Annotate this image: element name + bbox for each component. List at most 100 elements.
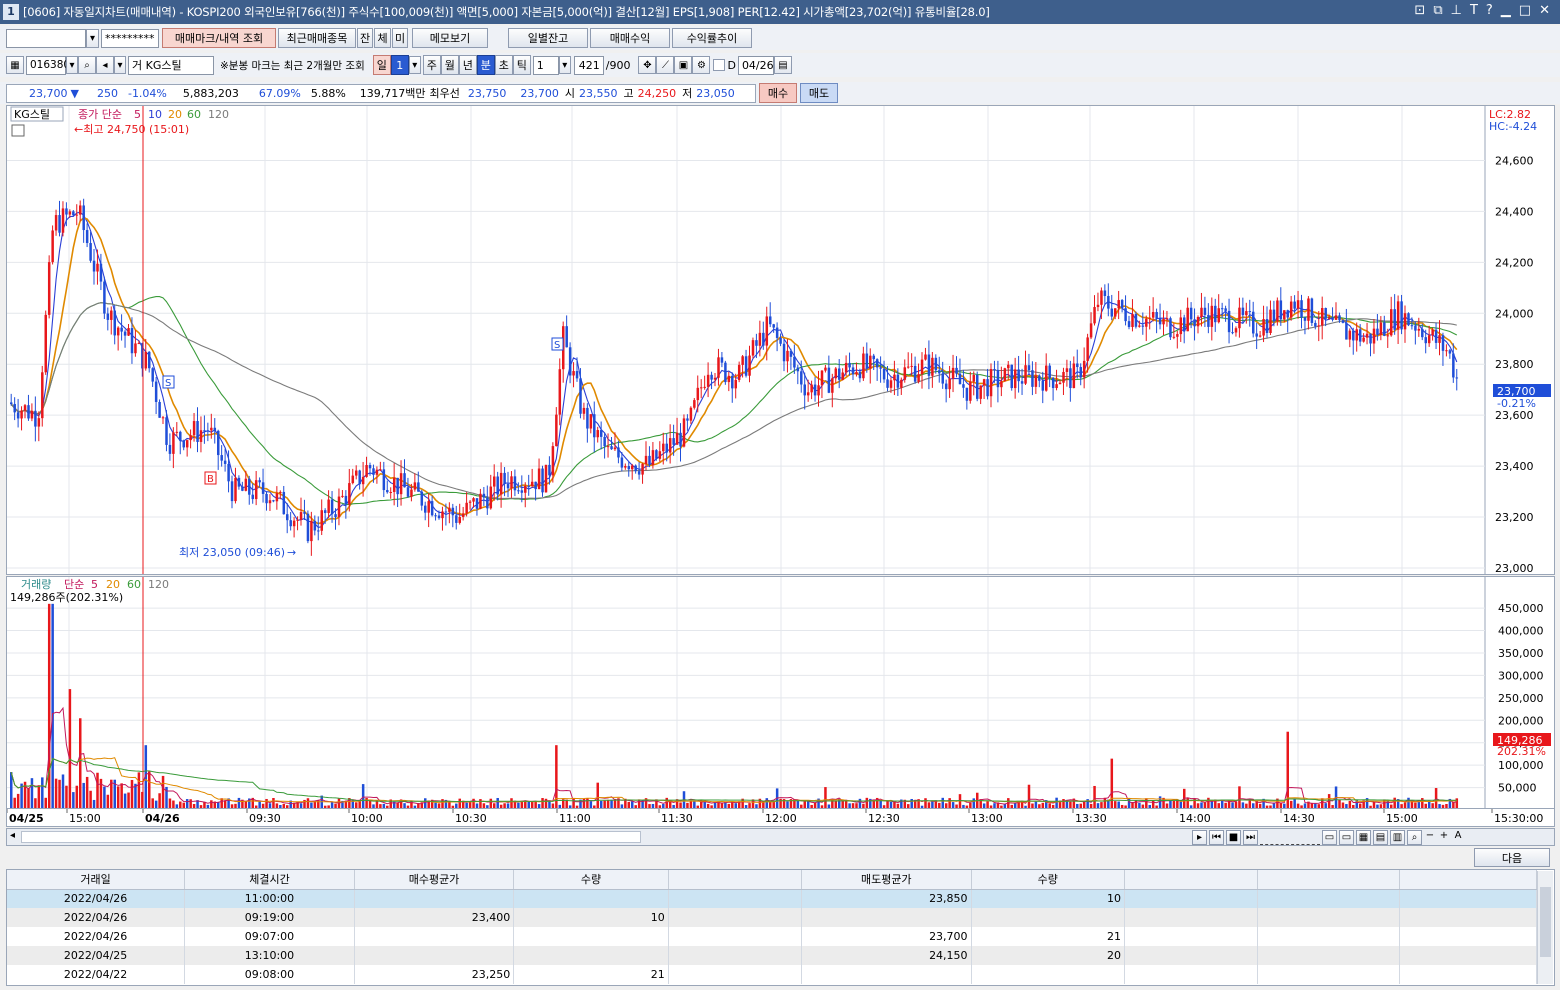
bar-count-field[interactable]: 421: [573, 55, 604, 75]
table-row[interactable]: 2022/04/25 13:10:00 24,150 20: [7, 946, 1538, 965]
layout3-icon[interactable]: ▦: [1356, 830, 1371, 845]
volume-chart[interactable]: 450,000 400,000 350,000 300,000 250,000 200,0…: [7, 577, 1554, 808]
period-minute-button[interactable]: 분: [476, 55, 495, 75]
price-chart-pane[interactable]: 24,600 24,400 24,200 24,000 23,800 23,600 23,4…: [6, 105, 1555, 575]
volume-bar: [1169, 800, 1172, 808]
layout4-icon[interactable]: ▤: [1373, 830, 1388, 845]
layout5-icon[interactable]: ▥: [1390, 830, 1405, 845]
calendar-icon[interactable]: ▤: [773, 56, 792, 74]
layout1-icon[interactable]: ▭: [1322, 830, 1337, 845]
link-icon[interactable]: ⧉: [1433, 3, 1442, 18]
volume-chart-pane[interactable]: 450,000 400,000 350,000 300,000 250,000 200,0…: [6, 576, 1555, 809]
buy-mark[interactable]: B: [204, 471, 217, 485]
auto-scale-icon[interactable]: A: [1452, 830, 1464, 845]
price-chart[interactable]: 24,600 24,400 24,200 24,000 23,800 23,600 23,4…: [7, 106, 1554, 575]
close-icon[interactable]: ✕: [1539, 3, 1550, 18]
table-row[interactable]: 2022/04/22 09:08:00 23,250 21: [7, 965, 1538, 984]
trade-profit-button[interactable]: 매매수익: [590, 28, 670, 48]
candle-body: [286, 514, 289, 521]
account-dropdown-icon[interactable]: ▾: [86, 28, 99, 48]
ma5-label: 5: [134, 108, 141, 121]
period-day-button[interactable]: 일: [372, 55, 391, 75]
zoom-out-icon[interactable]: −: [1424, 830, 1436, 845]
column-header[interactable]: 매도평균가: [801, 870, 972, 890]
column-header[interactable]: [1257, 870, 1400, 890]
stock-code-field[interactable]: 016380: [26, 55, 70, 75]
candle-body: [1365, 333, 1369, 338]
horizontal-scrollbar-thumb[interactable]: [21, 831, 641, 843]
trendline-icon[interactable]: ⟋: [656, 56, 675, 74]
zoom-icon[interactable]: ⌕: [1407, 830, 1422, 845]
stock-name-field[interactable]: 거 KG스틸: [128, 55, 214, 75]
column-header[interactable]: 체결시간: [184, 870, 355, 890]
stop-icon[interactable]: ■: [1226, 830, 1241, 845]
maximize-icon[interactable]: □: [1519, 3, 1531, 18]
column-header[interactable]: 수량: [971, 870, 1126, 890]
pin-icon[interactable]: ⊥: [1451, 3, 1462, 18]
balance-button[interactable]: 잔: [357, 28, 373, 48]
account-field[interactable]: [6, 28, 86, 48]
memo-button[interactable]: 메모보기: [412, 28, 488, 48]
period-month-button[interactable]: 월: [440, 55, 459, 75]
volume-bar: [327, 805, 330, 808]
search-icon[interactable]: ⌕: [78, 56, 96, 74]
fast-forward-icon[interactable]: ⏭: [1243, 830, 1258, 845]
save-icon[interactable]: ▣: [674, 56, 693, 74]
column-header[interactable]: [668, 870, 802, 890]
column-header[interactable]: [1124, 870, 1259, 890]
zoom-in-icon[interactable]: +: [1438, 830, 1450, 845]
return-trend-button[interactable]: 수익률추이: [672, 28, 752, 48]
table-scroll-thumb[interactable]: [1540, 887, 1551, 957]
unfilled-button[interactable]: 미: [392, 28, 408, 48]
candle-body: [1321, 308, 1324, 326]
speaker-dropdown-icon[interactable]: ▾: [114, 56, 126, 74]
volume-bar: [558, 804, 562, 808]
next-button[interactable]: 다음: [1474, 848, 1550, 867]
interval-dropdown-icon[interactable]: ▾: [558, 56, 571, 74]
period-tick-button[interactable]: 틱: [512, 55, 531, 75]
column-header[interactable]: [1399, 870, 1538, 890]
grid-table-icon[interactable]: [11, 124, 25, 137]
volume-bar: [796, 800, 800, 808]
gear-icon[interactable]: ⚙: [692, 56, 711, 74]
volume-bar: [986, 801, 989, 808]
code-dropdown-icon[interactable]: ▾: [66, 56, 78, 74]
trade-mark-query-button[interactable]: 매매마크/내역 조회: [162, 28, 276, 48]
sell-mark[interactable]: S: [551, 337, 564, 351]
column-header[interactable]: 수량: [513, 870, 669, 890]
period-num[interactable]: 1: [390, 55, 409, 75]
interval-field[interactable]: 1: [532, 55, 559, 75]
scroll-left-icon[interactable]: ◂: [10, 830, 15, 841]
sell-mark[interactable]: S: [162, 375, 175, 389]
table-row[interactable]: 2022/04/26 09:07:00 23,700 21: [7, 927, 1538, 946]
date-field[interactable]: 04/26: [737, 55, 774, 75]
rewind-icon[interactable]: ⏮: [1209, 830, 1224, 845]
date-checkbox[interactable]: [713, 59, 726, 71]
column-header[interactable]: 거래일: [7, 870, 186, 890]
sell-button[interactable]: 매도: [800, 83, 838, 103]
speaker-icon[interactable]: ◂: [96, 56, 114, 74]
period-week-button[interactable]: 주: [422, 55, 441, 75]
zoom-slider[interactable]: [1260, 830, 1320, 845]
filled-button[interactable]: 체: [374, 28, 391, 48]
help-icon[interactable]: ?: [1486, 3, 1493, 18]
restore-layout-icon[interactable]: ⊡: [1414, 3, 1425, 18]
period-num-dropdown-icon[interactable]: ▾: [408, 56, 421, 74]
chart-settings-icon[interactable]: ▦: [6, 56, 24, 74]
period-second-button[interactable]: 초: [494, 55, 513, 75]
buy-button[interactable]: 매수: [759, 83, 797, 103]
table-row[interactable]: 2022/04/26 09:19:00 23,400 10: [7, 908, 1538, 927]
crosshair-icon[interactable]: ✥: [638, 56, 657, 74]
minimize-icon[interactable]: ▁: [1501, 3, 1511, 18]
table-row[interactable]: 2022/04/26 11:00:00 23,850 10: [7, 889, 1538, 908]
table-vertical-scrollbar[interactable]: [1537, 871, 1553, 984]
candle-body: [917, 374, 920, 382]
recent-trade-button[interactable]: 최근매매종목: [278, 28, 356, 48]
password-field[interactable]: *********: [101, 28, 159, 48]
column-header[interactable]: 매수평균가: [354, 870, 515, 890]
period-year-button[interactable]: 년: [458, 55, 477, 75]
scroll-right-icon[interactable]: ▸: [1192, 830, 1207, 845]
text-size-icon[interactable]: T: [1470, 3, 1478, 18]
layout2-icon[interactable]: ▭: [1339, 830, 1354, 845]
daily-balance-button[interactable]: 일별잔고: [508, 28, 588, 48]
